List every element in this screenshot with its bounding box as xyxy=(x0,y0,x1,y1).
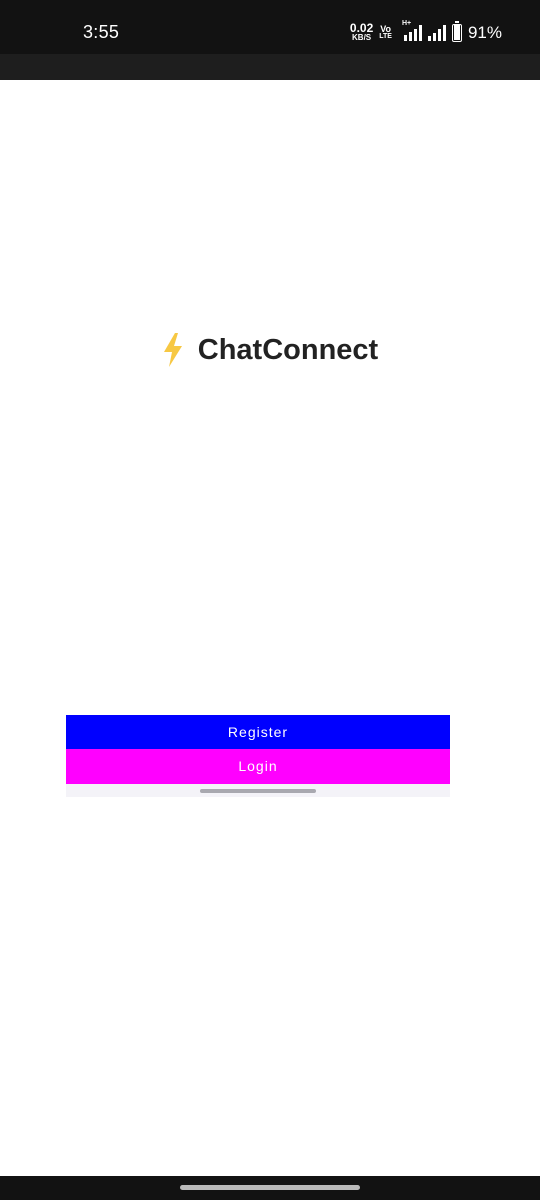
status-time: 3:55 xyxy=(83,22,120,42)
system-nav-bar xyxy=(0,1176,540,1200)
signal-strength-icon xyxy=(427,25,446,41)
auth-actions: Register Login xyxy=(66,715,450,797)
battery-percent: 91% xyxy=(467,23,502,42)
battery-icon xyxy=(451,21,462,42)
status-bar: 3:55 0.02 KB/S Vo LTE H+ 91% xyxy=(0,0,540,54)
network-speed-value: 0.02 xyxy=(349,21,374,35)
bottom-sheet-strip xyxy=(66,784,450,797)
volte-bottom-label: LTE xyxy=(379,33,392,40)
app-header: ChatConnect xyxy=(0,330,540,370)
signal-h-plus-icon: H+ xyxy=(402,20,422,41)
app-bar xyxy=(0,54,540,80)
lightning-bolt-icon xyxy=(163,333,182,367)
network-speed: 0.02 KB/S xyxy=(349,21,374,42)
signal-tag: H+ xyxy=(401,20,412,27)
status-indicators: 0.02 KB/S Vo LTE H+ 91% xyxy=(349,20,502,44)
network-speed-unit: KB/S xyxy=(352,33,372,42)
app-screen: 3:55 0.02 KB/S Vo LTE H+ 91% ChatConnect… xyxy=(0,0,540,1200)
home-gesture-handle[interactable] xyxy=(180,1185,360,1190)
volte-icon: Vo LTE xyxy=(379,25,392,41)
volte-top-label: Vo xyxy=(380,24,392,34)
app-title: ChatConnect xyxy=(197,333,379,366)
login-button[interactable]: Login xyxy=(66,749,450,784)
register-button[interactable]: Register xyxy=(66,715,450,749)
drag-handle[interactable] xyxy=(200,789,316,793)
